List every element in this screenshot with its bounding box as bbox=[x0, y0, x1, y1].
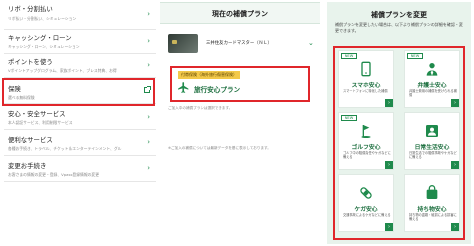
menu-item-security[interactable]: 安心・安全サービス 本人認証サービス、利用制限サービス › bbox=[4, 106, 156, 130]
menu-item-subtitle: お客さまの情報の変更・登録、Vpass登録情報の変更 bbox=[8, 172, 100, 177]
menu-item-title: リボ・分割払い bbox=[8, 5, 53, 13]
left-menu-panel: リボ・分割払い リボ払い・分割払い、シミュレーション › キャッシング・ローン … bbox=[0, 0, 156, 246]
menu-item-title: ポイントを使う bbox=[8, 58, 53, 66]
card-name: 三井住友カードマスター（ＮＬ） bbox=[206, 41, 272, 46]
menu-item-title: 安心・安全サービス bbox=[8, 110, 66, 118]
menu-item-title: 便利なサービス bbox=[8, 136, 53, 144]
plan-disclaimer: ※ご加入の補償については最新データを基に表示しております。 bbox=[168, 146, 271, 150]
highlight-current-plan bbox=[170, 66, 310, 102]
chevron-right-icon: › bbox=[147, 164, 150, 172]
current-plan-panel: 現在の補償プラン 三井住友カードマスター（ＮＬ） ⌄ 付帯保険（海外旅行傷害保険… bbox=[160, 0, 320, 246]
chevron-down-icon: ⌄ bbox=[308, 39, 314, 47]
menu-item-subtitle: リボ払い・分割払い、シミュレーション bbox=[8, 16, 77, 21]
current-plan-header: 現在の補償プラン bbox=[160, 2, 320, 24]
menu-item-ribo[interactable]: リボ・分割払い リボ払い・分割払い、シミュレーション › bbox=[4, 0, 156, 30]
current-plan-title: 現在の補償プラン bbox=[212, 10, 268, 18]
change-plan-title: 補償プランを変更 bbox=[371, 11, 427, 19]
menu-item-title: 変更お手続き bbox=[8, 162, 47, 170]
chevron-right-icon: › bbox=[147, 37, 150, 45]
menu-item-subtitle: キャッシング・ローン、シミュレーション bbox=[8, 44, 80, 49]
credit-card-image bbox=[168, 34, 198, 53]
menu-item-subtitle: 本人認証サービス、利用制限サービス bbox=[8, 120, 73, 125]
menu-item-title: キャッシング・ローン bbox=[8, 34, 72, 42]
chevron-right-icon: › bbox=[147, 10, 150, 18]
change-plan-description: 補償プランを変更したい場合は、以下より補償プランの詳細を確認・変更できます。 bbox=[335, 22, 463, 33]
highlight-insurance bbox=[2, 78, 155, 106]
menu-item-change[interactable]: 変更お手続き お客さまの情報の変更・登録、Vpass登録情報の変更 › bbox=[4, 156, 156, 182]
chevron-right-icon: › bbox=[147, 138, 150, 146]
chevron-right-icon: › bbox=[147, 113, 150, 121]
card-selector[interactable]: 三井住友カードマスター（ＮＬ） ⌄ bbox=[168, 30, 318, 60]
menu-item-points[interactable]: ポイントを使う Vポイントアップグログラム、家族ポイント、ブレス特典、お得 › bbox=[4, 54, 156, 78]
plan-note: ご加入中の補償プランは選択できます。 bbox=[168, 106, 233, 110]
menu-item-subtitle: Vポイントアップグログラム、家族ポイント、ブレス特典、お得 bbox=[8, 68, 117, 73]
menu-item-cashing[interactable]: キャッシング・ローン キャッシング・ローン、シミュレーション › bbox=[4, 30, 156, 54]
chevron-right-icon: › bbox=[147, 61, 150, 69]
change-plan-panel: 補償プランを変更 補償プランを変更したい場合は、以下より補償プランの詳細を確認・… bbox=[327, 2, 471, 244]
highlight-plan-tiles bbox=[333, 46, 465, 240]
menu-item-convenient[interactable]: 便利なサービス 各種お手続き、トラベル、チケット＆エンターテインメント、グル › bbox=[4, 130, 156, 156]
menu-item-subtitle: 各種お手続き、トラベル、チケット＆エンターテインメント、グル bbox=[8, 146, 122, 151]
